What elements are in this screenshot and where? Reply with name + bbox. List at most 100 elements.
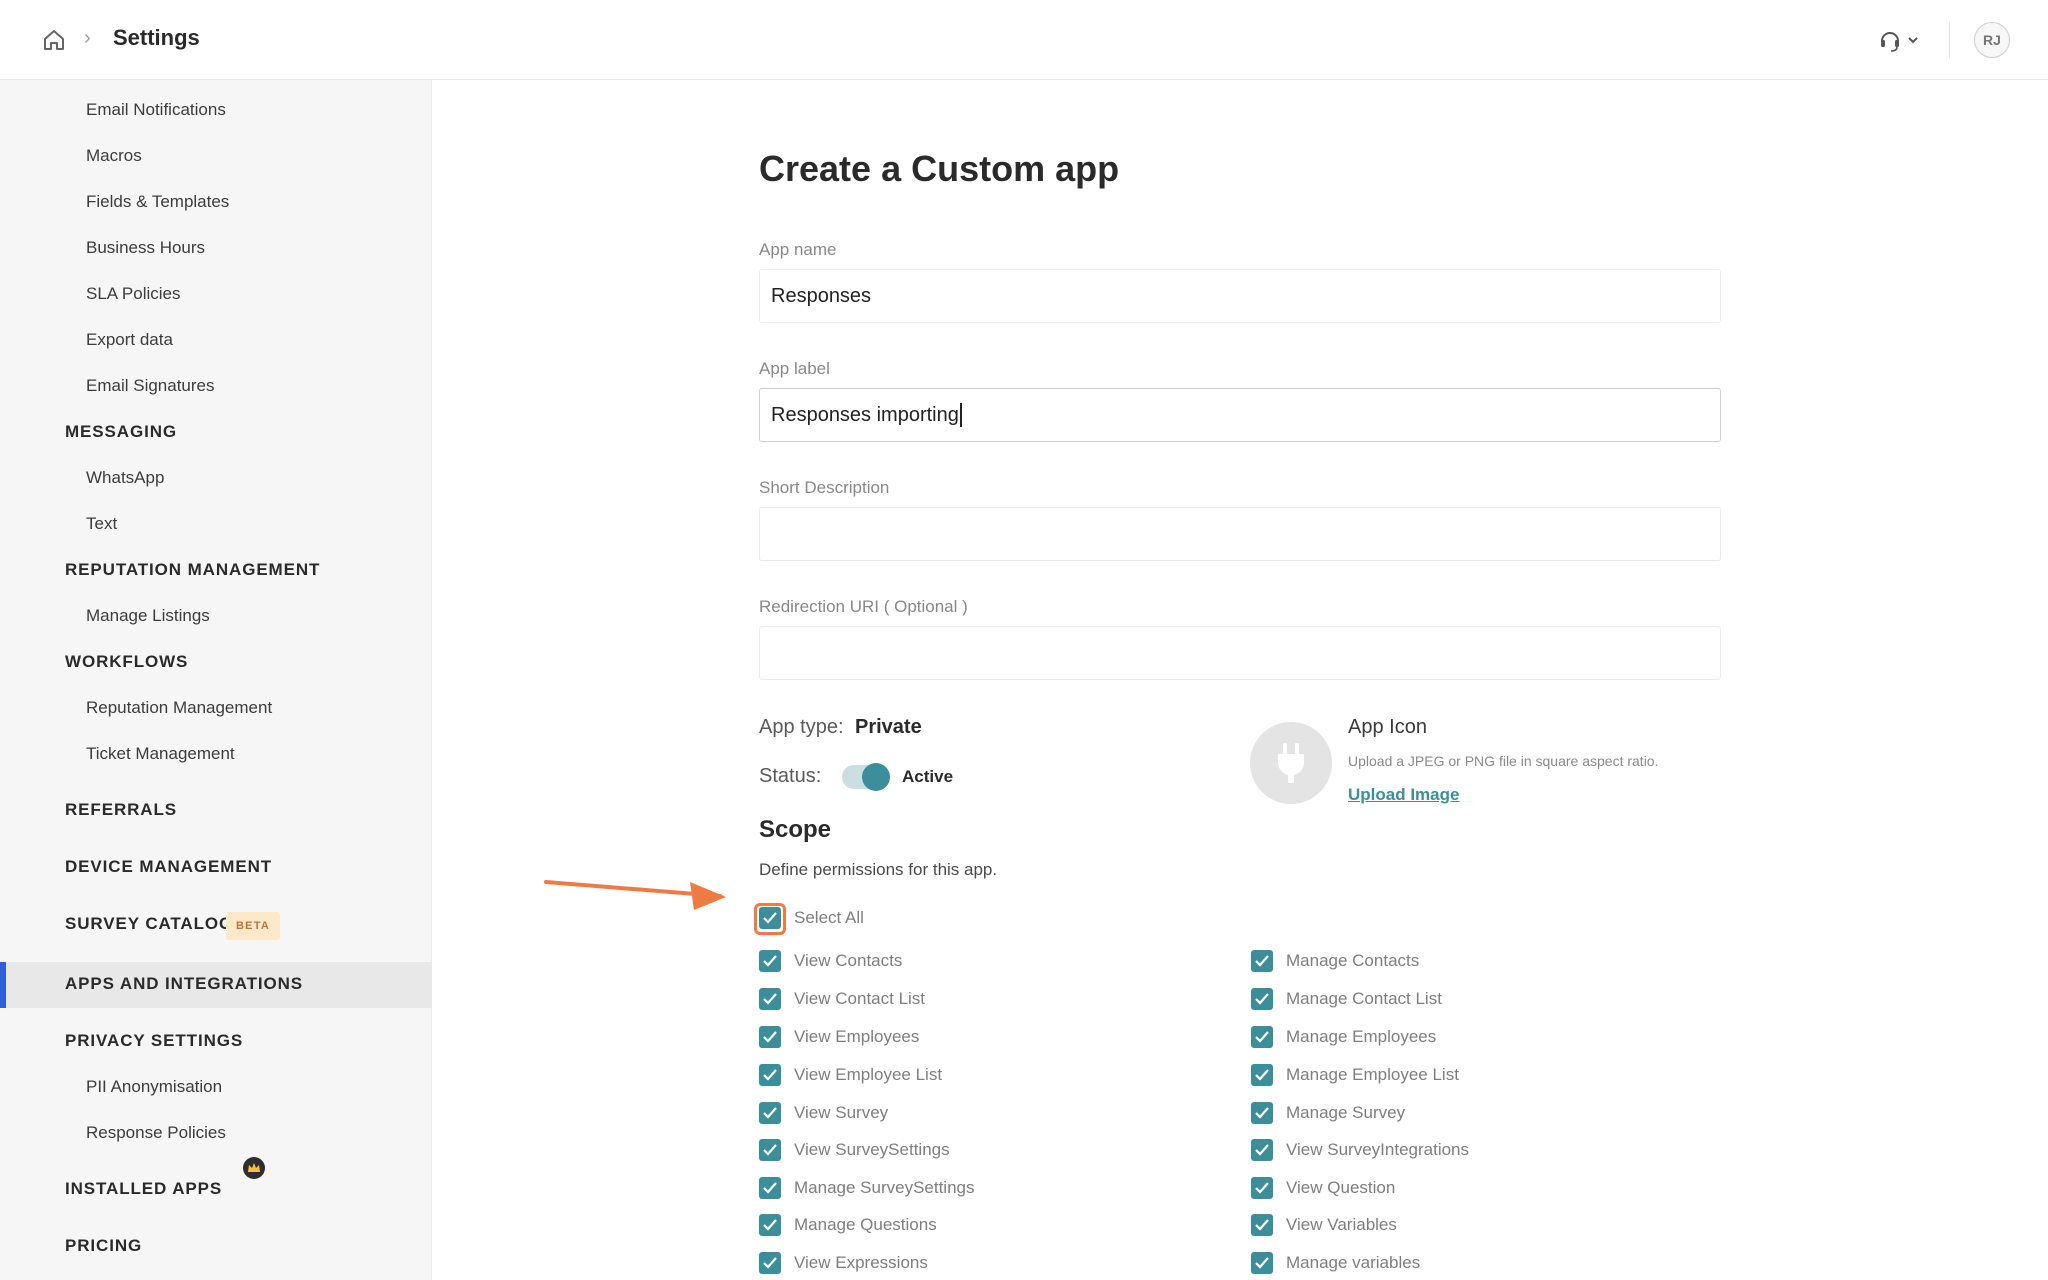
sidebar-heading-device-management[interactable]: DEVICE MANAGEMENT bbox=[65, 857, 272, 877]
permission-manage-employee-list[interactable]: Manage Employee List bbox=[1251, 1064, 1459, 1086]
sidebar-item-export-data[interactable]: Export data bbox=[86, 330, 173, 350]
sidebar-item-email-signatures[interactable]: Email Signatures bbox=[86, 376, 215, 396]
sidebar-heading-pricing[interactable]: PRICING bbox=[65, 1236, 142, 1256]
permission-label: View Employees bbox=[794, 1027, 920, 1046]
select-all-label: Select All bbox=[794, 908, 864, 927]
permission-view-surveysettings[interactable]: View SurveySettings bbox=[759, 1139, 950, 1161]
permission-label: View Employee List bbox=[794, 1065, 943, 1084]
checkmark-icon bbox=[1251, 1139, 1273, 1161]
permission-label: Manage Contacts bbox=[1286, 951, 1420, 970]
status-toggle[interactable] bbox=[842, 763, 890, 791]
sidebar-heading-survey-catalog[interactable]: SURVEY CATALOG bbox=[65, 914, 233, 934]
sidebar-item-whatsapp[interactable]: WhatsApp bbox=[86, 468, 164, 488]
app-icon-hint: Upload a JPEG or PNG file in square aspe… bbox=[1348, 753, 1659, 769]
status-label: Status: bbox=[759, 765, 822, 787]
sidebar-item-business-hours[interactable]: Business Hours bbox=[86, 238, 205, 258]
permission-label: Manage variables bbox=[1286, 1253, 1421, 1272]
permission-view-survey[interactable]: View Survey bbox=[759, 1102, 888, 1124]
chevron-down-icon bbox=[1908, 37, 1918, 44]
app-icon-title: App Icon bbox=[1348, 716, 1427, 738]
short-description-label: Short Description bbox=[759, 478, 890, 497]
permission-view-surveyintegrations[interactable]: View SurveyIntegrations bbox=[1251, 1139, 1469, 1161]
checkmark-icon bbox=[759, 1102, 781, 1124]
sidebar-item-sla-policies[interactable]: SLA Policies bbox=[86, 284, 181, 304]
sidebar-heading-messaging[interactable]: MESSAGING bbox=[65, 422, 177, 442]
app-icon-placeholder bbox=[1250, 722, 1332, 804]
crown-icon bbox=[243, 1157, 265, 1179]
sidebar-heading-workflows[interactable]: WORKFLOWS bbox=[65, 652, 188, 672]
permission-view-variables[interactable]: View Variables bbox=[1251, 1214, 1397, 1236]
checkmark-icon bbox=[759, 950, 781, 972]
sidebar-heading-privacy-settings[interactable]: PRIVACY SETTINGS bbox=[65, 1031, 243, 1051]
short-description-input[interactable] bbox=[759, 507, 1721, 561]
permission-view-employees[interactable]: View Employees bbox=[759, 1026, 919, 1048]
sidebar-heading-reputation-management[interactable]: REPUTATION MANAGEMENT bbox=[65, 560, 320, 580]
status-value: Active bbox=[902, 767, 954, 786]
permission-label: View Question bbox=[1286, 1178, 1396, 1197]
sidebar-item-email-notifications[interactable]: Email Notifications bbox=[86, 100, 226, 120]
sidebar-item-text[interactable]: Text bbox=[86, 514, 117, 534]
checkmark-icon bbox=[759, 1214, 781, 1236]
permission-label: View Expressions bbox=[794, 1253, 928, 1272]
redirection-uri-input[interactable] bbox=[759, 626, 1721, 680]
checkmark-icon bbox=[759, 1026, 781, 1048]
permission-manage-survey[interactable]: Manage Survey bbox=[1251, 1102, 1405, 1124]
headset-icon bbox=[1881, 32, 1899, 52]
checkmark-icon bbox=[1251, 988, 1273, 1010]
checkmark-icon bbox=[1251, 1026, 1273, 1048]
form-title: Create a Custom app bbox=[759, 148, 1120, 189]
checkmark-icon bbox=[1251, 1177, 1273, 1199]
checkmark-icon bbox=[1251, 1064, 1273, 1086]
sidebar-heading-installed-apps[interactable]: INSTALLED APPS bbox=[65, 1179, 222, 1199]
permission-manage-surveysettings[interactable]: Manage SurveySettings bbox=[759, 1177, 975, 1199]
permission-view-employee-list[interactable]: View Employee List bbox=[759, 1064, 942, 1086]
top-header: › Settings RJ bbox=[0, 0, 2048, 80]
sidebar-item-response-policies[interactable]: Response Policies bbox=[86, 1123, 226, 1143]
permission-view-contact-list[interactable]: View Contact List bbox=[759, 988, 925, 1010]
avatar[interactable]: RJ bbox=[1974, 22, 2010, 58]
app-name-input[interactable]: Responses bbox=[759, 269, 1721, 323]
permission-view-expressions[interactable]: View Expressions bbox=[759, 1252, 928, 1274]
active-indicator bbox=[0, 962, 6, 1008]
permission-label: Manage Questions bbox=[794, 1215, 937, 1234]
page-title: Settings bbox=[113, 25, 200, 50]
permission-view-contacts[interactable]: View Contacts bbox=[759, 950, 902, 972]
sidebar-item-manage-listings[interactable]: Manage Listings bbox=[86, 606, 210, 626]
permission-label: View Variables bbox=[1286, 1215, 1397, 1234]
select-all-checkbox[interactable]: Select All bbox=[759, 907, 864, 929]
permission-label: Manage Employees bbox=[1286, 1027, 1437, 1046]
support-menu-button[interactable] bbox=[1876, 24, 1924, 56]
sidebar-item-ticket-management[interactable]: Ticket Management bbox=[86, 744, 235, 764]
checkmark-icon bbox=[1251, 1252, 1273, 1274]
permission-manage-variables[interactable]: Manage variables bbox=[1251, 1252, 1420, 1274]
sidebar-heading-apps-and-integrations[interactable]: APPS AND INTEGRATIONS bbox=[65, 974, 303, 994]
sidebar-item-pii-anonymisation[interactable]: PII Anonymisation bbox=[86, 1077, 222, 1097]
text-cursor bbox=[959, 403, 962, 427]
scope-description: Define permissions for this app. bbox=[759, 860, 998, 879]
permission-label: View SurveyIntegrations bbox=[1286, 1140, 1470, 1159]
permission-manage-questions[interactable]: Manage Questions bbox=[759, 1214, 937, 1236]
permission-manage-contacts[interactable]: Manage Contacts bbox=[1251, 950, 1419, 972]
permission-label: Manage SurveySettings bbox=[794, 1178, 975, 1197]
checkmark-icon bbox=[1251, 1214, 1273, 1236]
sidebar-heading-referrals[interactable]: REFERRALS bbox=[65, 800, 177, 820]
app-label-label: App label bbox=[759, 359, 830, 378]
home-icon[interactable] bbox=[40, 26, 68, 54]
permission-view-question[interactable]: View Question bbox=[1251, 1177, 1395, 1199]
app-type-value: Private bbox=[855, 716, 922, 738]
upload-image-link[interactable]: Upload Image bbox=[1348, 785, 1459, 805]
sidebar-item-macros[interactable]: Macros bbox=[86, 146, 142, 166]
permission-label: Manage Contact List bbox=[1286, 989, 1442, 1008]
app-label-input[interactable]: Responses importing bbox=[759, 388, 1721, 442]
permission-label: View Survey bbox=[794, 1103, 889, 1122]
checkmark-icon bbox=[759, 1064, 781, 1086]
sidebar-item-reputation-management[interactable]: Reputation Management bbox=[86, 698, 272, 718]
redirection-uri-label: Redirection URI ( Optional ) bbox=[759, 597, 968, 616]
app-name-value: Responses bbox=[771, 284, 872, 307]
app-type-label: App type: bbox=[759, 716, 844, 738]
sidebar-item-fields-templates[interactable]: Fields & Templates bbox=[86, 192, 229, 212]
permission-manage-contact-list[interactable]: Manage Contact List bbox=[1251, 988, 1442, 1010]
permission-label: View Contact List bbox=[794, 989, 926, 1008]
checkmark-icon bbox=[759, 1177, 781, 1199]
permission-manage-employees[interactable]: Manage Employees bbox=[1251, 1026, 1436, 1048]
